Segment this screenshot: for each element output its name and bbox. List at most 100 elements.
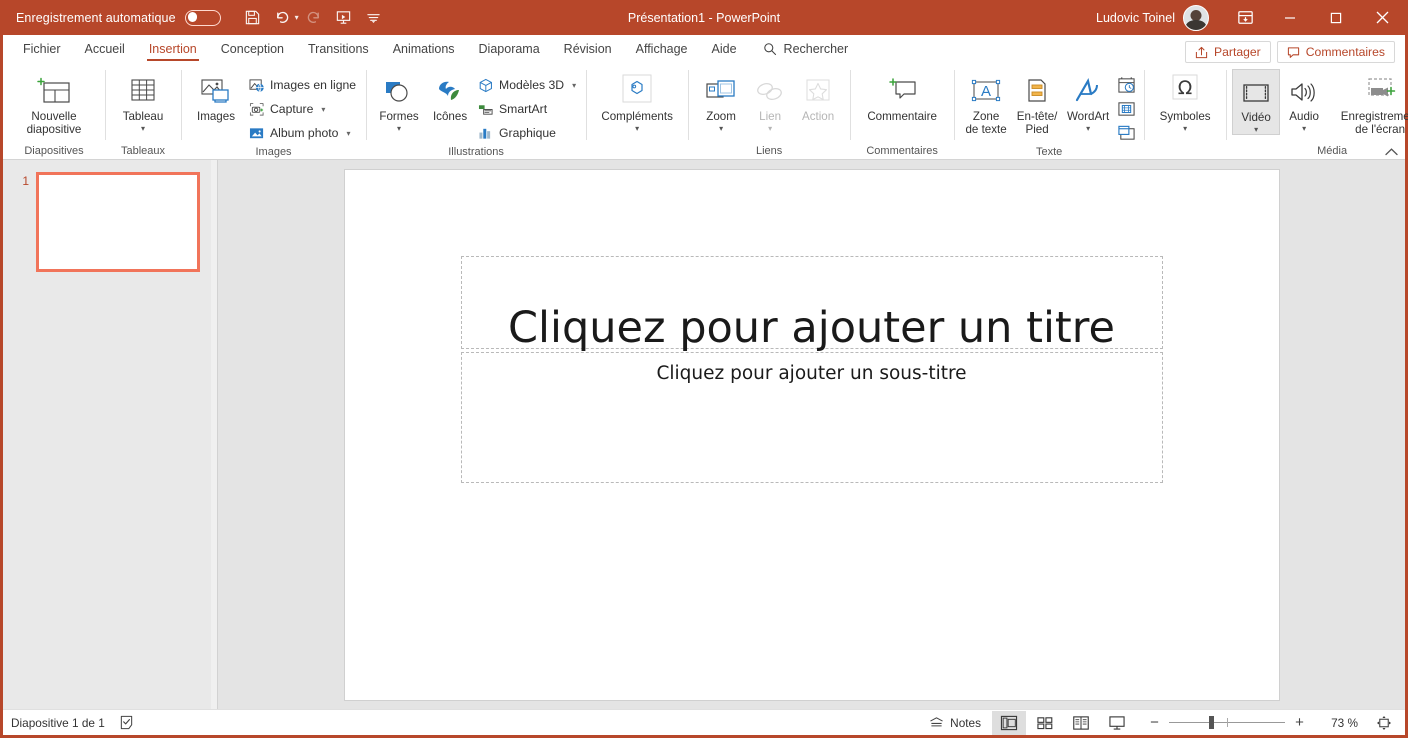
wordart-button[interactable]: WordArt ▾: [1062, 69, 1114, 133]
tab-transitions[interactable]: Transitions: [296, 34, 381, 63]
screen-recording-icon: [1360, 73, 1400, 107]
group-label-illustrations: Illustrations: [448, 146, 504, 158]
close-button[interactable]: [1359, 0, 1405, 35]
slide-editing-surface[interactable]: Cliquez pour ajouter un titre Cliquez po…: [344, 169, 1279, 700]
avatar[interactable]: [1183, 4, 1209, 31]
shapes-chevron-down-icon[interactable]: ▾: [397, 124, 401, 133]
zoom-out-button[interactable]: −: [1147, 715, 1162, 730]
symbols-chevron-down-icon[interactable]: ▾: [1183, 124, 1187, 133]
link-chevron-down-icon: ▾: [768, 124, 773, 133]
chart-button[interactable]: Graphique: [474, 122, 580, 144]
ribbon-group-liens: Zoom ▾ Lien ▾ Action Liens: [688, 64, 850, 160]
slideshow-view-button[interactable]: [1100, 711, 1134, 735]
fit-slide-to-window-button[interactable]: [1371, 715, 1397, 731]
ribbon-tab-actions: Partager Commentaires: [1185, 41, 1405, 63]
title-placeholder[interactable]: Cliquez pour ajouter un titre: [460, 255, 1163, 351]
reading-view-button[interactable]: [1064, 711, 1098, 735]
model-3d-chevron-down-icon[interactable]: ▾: [572, 81, 576, 90]
thumbnail-scrollbar[interactable]: [211, 160, 217, 709]
tab-accueil[interactable]: Accueil: [73, 34, 137, 63]
icons-button[interactable]: Icônes: [426, 69, 474, 123]
photo-album-icon: [249, 126, 265, 141]
object-icon[interactable]: [1114, 122, 1138, 144]
slide-canvas: Cliquez pour ajouter un titre Cliquez po…: [218, 160, 1405, 709]
tab-insertion[interactable]: Insertion: [137, 34, 209, 63]
header-footer-button[interactable]: En-tête/ Pied: [1012, 69, 1062, 136]
normal-view-button[interactable]: [992, 710, 1026, 735]
status-bar: Diapositive 1 de 1 Notes − + 73 %: [3, 709, 1405, 735]
tab-animations[interactable]: Animations: [381, 34, 467, 63]
customize-qat-icon[interactable]: [359, 5, 389, 31]
notes-button[interactable]: Notes: [919, 711, 991, 735]
tab-affichage[interactable]: Affichage: [624, 34, 700, 63]
symbols-button[interactable]: Ω Symboles ▾: [1150, 69, 1220, 133]
text-box-button[interactable]: A Zone de texte: [960, 69, 1012, 136]
link-button: Lien ▾: [748, 69, 792, 133]
model-3d-button[interactable]: Modèles 3D ▾: [474, 74, 580, 96]
table-button[interactable]: Tableau ▾: [111, 69, 175, 133]
search-box[interactable]: Rechercher: [763, 34, 848, 63]
slide-number-icon[interactable]: [1114, 98, 1138, 120]
share-button[interactable]: Partager: [1185, 41, 1271, 63]
autosave-toggle[interactable]: [184, 9, 221, 26]
ribbon-group-media: Vidéo ▾ Audio ▾ Enregistrement de l'écra…: [1226, 64, 1408, 160]
ribbon-display-options-icon[interactable]: [1223, 0, 1267, 35]
zoom-level-label[interactable]: 73 %: [1320, 716, 1358, 730]
screenshot-chevron-down-icon[interactable]: ▾: [321, 105, 325, 114]
screen-recording-button[interactable]: Enregistrement de l'écran: [1328, 69, 1408, 136]
zoom-icon: [704, 73, 738, 107]
comments-button[interactable]: Commentaires: [1276, 41, 1395, 63]
tab-revision[interactable]: Révision: [552, 34, 624, 63]
minimize-button[interactable]: [1267, 0, 1313, 35]
new-slide-button[interactable]: Nouvelle diapositive: [9, 69, 99, 136]
addins-chevron-down-icon[interactable]: ▾: [635, 124, 639, 133]
audio-chevron-down-icon[interactable]: ▾: [1302, 124, 1306, 133]
zoom-in-button[interactable]: +: [1292, 715, 1307, 730]
group-label-complements: [586, 143, 688, 160]
smartart-icon: [478, 102, 494, 117]
start-slideshow-icon[interactable]: [329, 5, 359, 31]
maximize-button[interactable]: [1313, 0, 1359, 35]
new-comment-button[interactable]: Commentaire: [856, 69, 948, 123]
texte-icon-column: [1114, 69, 1138, 144]
main-area: 1 Cliquez pour ajouter un titre Cliquez …: [3, 160, 1405, 709]
table-label: Tableau: [122, 110, 164, 123]
search-icon: [763, 42, 777, 56]
zoom-slider-tick: [1227, 717, 1228, 727]
undo-icon[interactable]: [268, 5, 298, 31]
smartart-button[interactable]: SmartArt: [474, 98, 580, 120]
zoom-chevron-down-icon[interactable]: ▾: [719, 124, 723, 133]
wordart-icon: [1072, 73, 1104, 107]
slide-sorter-view-button[interactable]: [1028, 711, 1062, 735]
online-pictures-button[interactable]: Images en ligne: [245, 74, 360, 96]
tab-aide[interactable]: Aide: [700, 34, 749, 63]
accessibility-checker-icon[interactable]: [119, 715, 134, 730]
slide-counter[interactable]: Diapositive 1 de 1: [11, 716, 105, 730]
photo-album-chevron-down-icon[interactable]: ▾: [346, 129, 350, 138]
tab-diaporama[interactable]: Diaporama: [467, 34, 552, 63]
wordart-chevron-down-icon[interactable]: ▾: [1086, 124, 1090, 133]
audio-button[interactable]: Audio ▾: [1280, 69, 1328, 133]
pictures-button[interactable]: Images: [187, 69, 245, 123]
save-icon[interactable]: [238, 5, 268, 31]
zoom-slider[interactable]: [1169, 715, 1285, 729]
tab-conception[interactable]: Conception: [209, 34, 296, 63]
shapes-button[interactable]: Formes ▾: [372, 69, 426, 133]
ribbon-group-images: Images Images en ligne Capture ▾ Album p…: [181, 64, 366, 160]
table-chevron-down-icon[interactable]: ▾: [141, 124, 145, 133]
zoom-slider-thumb[interactable]: [1209, 715, 1214, 729]
video-chevron-down-icon[interactable]: ▾: [1254, 125, 1258, 134]
slide-thumbnail-1[interactable]: [36, 172, 200, 272]
ribbon-tabs: Fichier Accueil Insertion Conception Tra…: [3, 34, 848, 63]
addins-button[interactable]: Compléments ▾: [592, 69, 682, 133]
subtitle-placeholder[interactable]: Cliquez pour ajouter un sous-titre: [460, 351, 1163, 483]
screenshot-icon: [249, 102, 265, 117]
date-time-icon[interactable]: [1114, 74, 1138, 96]
photo-album-button[interactable]: Album photo ▾: [245, 122, 360, 144]
symbols-icon: Ω: [1166, 73, 1204, 107]
video-button[interactable]: Vidéo ▾: [1232, 69, 1281, 135]
collapse-ribbon-icon[interactable]: [1385, 147, 1398, 157]
screenshot-button[interactable]: Capture ▾: [245, 98, 360, 120]
tab-fichier[interactable]: Fichier: [11, 34, 73, 63]
zoom-button[interactable]: Zoom ▾: [694, 69, 748, 133]
